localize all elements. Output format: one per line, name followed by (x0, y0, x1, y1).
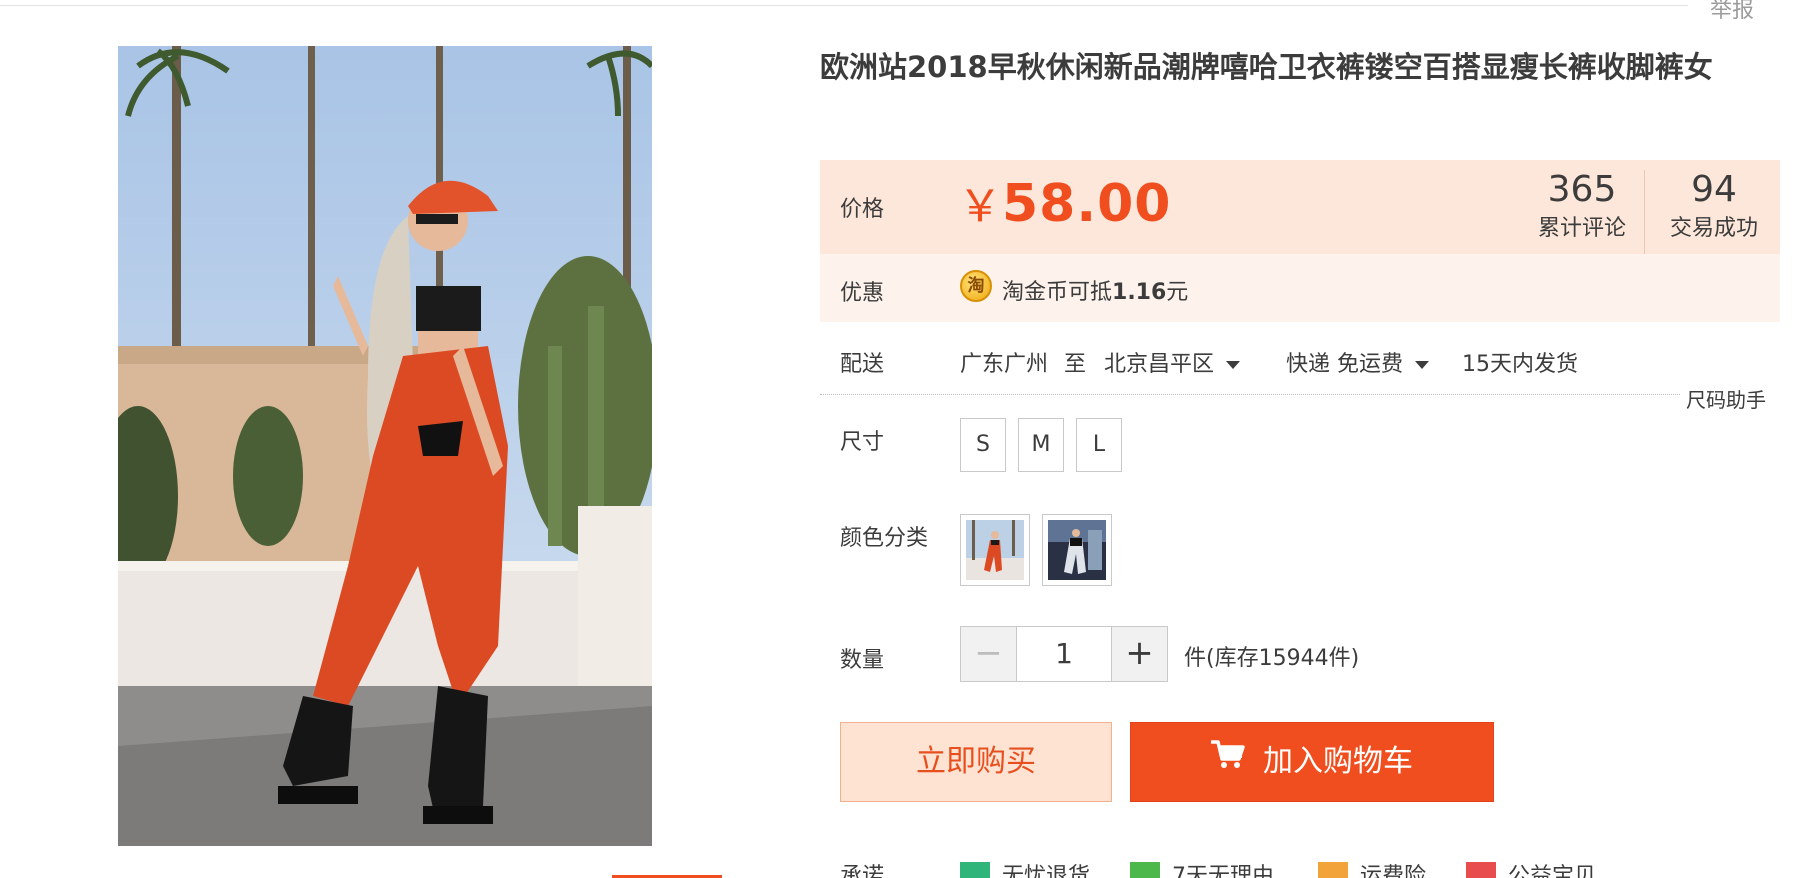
seven-day-return-icon (1130, 862, 1160, 878)
sales-stat: 94 交易成功 (1654, 166, 1774, 244)
taojinbi-coin-icon: 淘 (960, 270, 992, 302)
quantity-increase-button[interactable]: + (1111, 627, 1167, 681)
worry-free-return-icon (960, 862, 990, 878)
shipping-insurance-icon (1318, 862, 1348, 878)
promise-worry-free-return[interactable]: 无忧退货 (960, 858, 1090, 878)
quantity-stepper: − 1 + (960, 626, 1168, 682)
shipping-origin: 广东广州 (960, 352, 1049, 377)
shipping-destination-select[interactable]: 北京昌平区 (1104, 346, 1241, 378)
size-option-m[interactable]: M (1018, 418, 1064, 472)
price-amount: 58.00 (1002, 174, 1172, 234)
buy-now-button[interactable]: 立即购买 (840, 722, 1112, 802)
promise-charity-item[interactable]: 公益宝贝 (1466, 858, 1596, 878)
promise-item-label: 无忧退货 (1002, 864, 1091, 878)
currency-symbol: ￥ (958, 181, 1002, 232)
section-divider (820, 394, 1680, 395)
promo-text: 淘金币可抵1.16元 (1002, 274, 1188, 306)
reviews-count: 365 (1547, 169, 1617, 210)
promise-label: 承诺 (840, 864, 885, 878)
promise-7-day-return[interactable]: 7天无理由 (1130, 858, 1274, 878)
stats-divider (1644, 170, 1645, 254)
shipping-destination: 北京昌平区 (1104, 352, 1215, 377)
shipping-to: 至 (1064, 352, 1087, 377)
promo-label: 优惠 (840, 281, 885, 306)
shipping-method: 快递 免运费 (1286, 352, 1403, 377)
size-option-s[interactable]: S (960, 418, 1006, 472)
promise-item-label: 运费险 (1360, 864, 1427, 878)
shipping-method-select[interactable]: 快递 免运费 (1286, 346, 1429, 378)
promise-shipping-insurance[interactable]: 运费险 (1318, 858, 1426, 878)
quantity-decrease-button[interactable]: − (961, 627, 1017, 681)
chevron-down-icon (1226, 361, 1241, 369)
shopping-cart-icon (1210, 721, 1245, 799)
price-label: 价格 (840, 197, 885, 222)
size-helper-link[interactable]: 尺码助手 (1686, 384, 1766, 413)
product-title: 欧洲站2018早秋休闲新品潮牌嘻哈卫衣裤镂空百搭显瘦长裤收脚裤女 (820, 50, 1713, 84)
top-divider (0, 5, 1688, 6)
size-label: 尺寸 (840, 430, 885, 455)
size-option-l[interactable]: L (1076, 418, 1122, 472)
reviews-label: 累计评论 (1537, 216, 1626, 241)
promo-unit: 元 (1166, 280, 1189, 305)
sales-label: 交易成功 (1669, 216, 1758, 241)
stock-text: 件(库存15944件) (1184, 646, 1360, 671)
chevron-down-icon (1415, 361, 1429, 369)
quantity-input[interactable]: 1 (1017, 627, 1111, 681)
shipping-label: 配送 (840, 352, 885, 377)
promise-item-label: 7天无理由 (1172, 864, 1274, 878)
promise-item-label: 公益宝贝 (1508, 864, 1597, 878)
price-value: ￥58.00 (958, 170, 1171, 234)
color-option-dark[interactable] (1042, 514, 1112, 586)
reviews-stat[interactable]: 365 累计评论 (1522, 166, 1642, 244)
product-main-image[interactable] (118, 46, 652, 846)
sales-count: 94 (1691, 169, 1737, 210)
color-option-orange[interactable] (960, 514, 1030, 586)
color-category-label: 颜色分类 (840, 526, 929, 551)
quantity-label: 数量 (840, 648, 885, 673)
report-link[interactable]: 举报 (1710, 0, 1754, 24)
add-to-cart-button[interactable]: 加入购物车 (1130, 722, 1494, 802)
shipping-lead-time: 15天内发货 (1462, 352, 1578, 377)
promo-text-prefix: 淘金币可抵 (1002, 280, 1113, 305)
add-to-cart-label: 加入购物车 (1263, 744, 1413, 779)
charity-heart-icon (1466, 862, 1496, 878)
promo-amount: 1.16 (1112, 280, 1167, 305)
